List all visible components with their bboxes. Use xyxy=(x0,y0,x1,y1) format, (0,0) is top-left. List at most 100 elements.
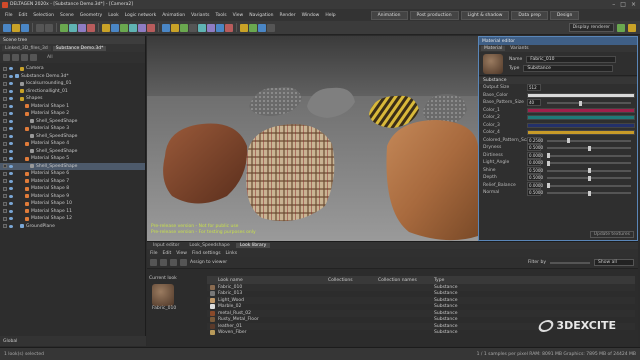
scope-label[interactable]: Global xyxy=(3,339,17,344)
tree-item[interactable]: Material Shape 9 xyxy=(0,193,145,201)
display-renderer-select[interactable]: Display renderer xyxy=(568,23,614,32)
current-look-thumbnail[interactable] xyxy=(152,284,174,306)
column-collection-names[interactable]: Collection names xyxy=(378,278,434,283)
color-swatch[interactable] xyxy=(527,130,635,136)
visibility-checkbox[interactable] xyxy=(3,201,7,206)
property-slider[interactable] xyxy=(547,168,631,173)
tree-item[interactable]: Shell_SpeedShape xyxy=(0,148,145,156)
look-menu-file[interactable]: File xyxy=(150,251,158,256)
eye-icon[interactable] xyxy=(9,202,13,206)
menu-file[interactable]: File xyxy=(2,13,16,18)
eye-icon[interactable] xyxy=(9,119,13,123)
tab-linked-files[interactable]: Linked_3D_files_3d xyxy=(2,45,51,51)
property-slider[interactable] xyxy=(547,190,631,196)
property-slider[interactable] xyxy=(547,145,631,151)
output-size-select[interactable]: 512 xyxy=(527,84,541,92)
slider-handle[interactable] xyxy=(547,183,550,188)
property-value-field[interactable]: 0.5000 xyxy=(527,174,543,182)
menu-variants[interactable]: Variants xyxy=(188,13,212,18)
visibility-checkbox[interactable] xyxy=(3,186,7,191)
menu-window[interactable]: Window xyxy=(299,13,323,18)
color-swatch[interactable] xyxy=(527,122,635,128)
eye-icon[interactable] xyxy=(9,157,13,161)
tree-item[interactable]: Material Shape 1 xyxy=(0,103,145,111)
eye-icon[interactable] xyxy=(9,104,13,108)
menu-render[interactable]: Render xyxy=(277,13,299,18)
tree-item[interactable]: Shell_SpeedShape xyxy=(0,118,145,126)
property-slider[interactable] xyxy=(547,100,631,106)
slider-handle[interactable] xyxy=(587,168,591,173)
property-value-field[interactable]: 40 xyxy=(527,99,541,107)
visibility-checkbox[interactable] xyxy=(3,74,7,79)
new-file-icon[interactable] xyxy=(3,23,11,32)
eye-icon[interactable] xyxy=(9,224,13,228)
tree-item[interactable]: Material Shape 6 xyxy=(0,170,145,178)
property-value-field[interactable]: 0.2500 xyxy=(527,136,543,144)
color-swatch[interactable] xyxy=(527,107,635,113)
property-slider[interactable] xyxy=(547,138,631,143)
workspace-tab-post-production[interactable]: Post production xyxy=(409,10,459,20)
menu-view[interactable]: View xyxy=(230,13,247,18)
workspace-tab-data-prep[interactable]: Data prep xyxy=(511,10,548,20)
eye-icon[interactable] xyxy=(9,89,13,93)
tree-item[interactable]: Camera xyxy=(0,65,145,73)
add-look-icon[interactable] xyxy=(150,259,157,266)
undo-icon[interactable] xyxy=(36,23,44,32)
eye-icon[interactable] xyxy=(9,82,13,86)
eye-icon[interactable] xyxy=(9,164,13,168)
eye-icon[interactable] xyxy=(9,97,13,101)
visibility-checkbox[interactable] xyxy=(3,179,7,184)
tree-item[interactable]: Material Shape 10 xyxy=(0,200,145,208)
tab-variants[interactable]: Variants xyxy=(507,46,531,51)
stereo-icon[interactable] xyxy=(207,23,215,32)
visibility-checkbox[interactable] xyxy=(3,141,7,146)
visibility-checkbox[interactable] xyxy=(3,104,7,109)
select-tool-icon[interactable] xyxy=(60,23,68,32)
render-icon[interactable] xyxy=(162,23,170,32)
tree-item[interactable]: localsurrounding_01 xyxy=(0,80,145,88)
tab-look-library[interactable]: Look library xyxy=(235,243,271,248)
visibility-checkbox[interactable] xyxy=(3,66,7,71)
filter-label[interactable]: All xyxy=(47,55,53,60)
3d-viewport[interactable]: Pre-release version - Not for public use… xyxy=(147,36,478,241)
tree-item[interactable]: Shell_SpeedShape xyxy=(0,162,145,170)
menu-edit[interactable]: Edit xyxy=(16,13,31,18)
copy-look-icon[interactable] xyxy=(170,259,177,266)
visibility-checkbox[interactable] xyxy=(3,149,7,154)
eye-icon[interactable] xyxy=(9,217,13,221)
tab-substance-demo[interactable]: Substance Demo.3d* xyxy=(52,45,107,51)
environment-icon[interactable] xyxy=(198,23,206,32)
material-type-select[interactable]: Substance xyxy=(523,64,614,72)
minimize-icon[interactable]: – xyxy=(612,1,615,8)
look-menu-find-settings[interactable]: Find settings xyxy=(192,251,221,256)
show-filter-select[interactable]: Show all xyxy=(594,259,634,266)
maximize-icon[interactable]: □ xyxy=(620,1,626,8)
camera-icon[interactable] xyxy=(111,23,119,32)
eye-icon[interactable] xyxy=(9,209,13,213)
collapse-icon[interactable] xyxy=(21,54,28,61)
visibility-checkbox[interactable] xyxy=(3,194,7,199)
tree-item[interactable]: Material Shape 3 xyxy=(0,125,145,133)
menu-animation[interactable]: Animation xyxy=(159,13,188,18)
raytrace-icon[interactable] xyxy=(171,23,179,32)
eye-icon[interactable] xyxy=(9,134,13,138)
visibility-checkbox[interactable] xyxy=(3,171,7,176)
tree-item[interactable]: Shapes xyxy=(0,95,145,103)
scale-tool-icon[interactable] xyxy=(87,23,95,32)
tab-material[interactable]: Material xyxy=(481,46,506,51)
eye-icon[interactable] xyxy=(9,74,13,78)
search-icon[interactable] xyxy=(30,54,37,61)
record-icon[interactable] xyxy=(225,23,233,32)
orbit-icon[interactable] xyxy=(258,23,266,32)
tree-item[interactable]: Material Shape 11 xyxy=(0,208,145,216)
visibility-checkbox[interactable] xyxy=(3,89,7,94)
eye-icon[interactable] xyxy=(9,142,13,146)
color-swatch[interactable] xyxy=(527,92,635,98)
slider-handle[interactable] xyxy=(547,160,550,166)
tree-item[interactable]: Material Shape 2 xyxy=(0,110,145,118)
tree-item[interactable]: Material Shape 7 xyxy=(0,178,145,186)
menu-scene[interactable]: Scene xyxy=(57,13,77,18)
property-value-field[interactable]: 0.0000 xyxy=(527,181,543,189)
property-slider[interactable] xyxy=(547,160,631,166)
light-icon[interactable] xyxy=(102,23,110,32)
